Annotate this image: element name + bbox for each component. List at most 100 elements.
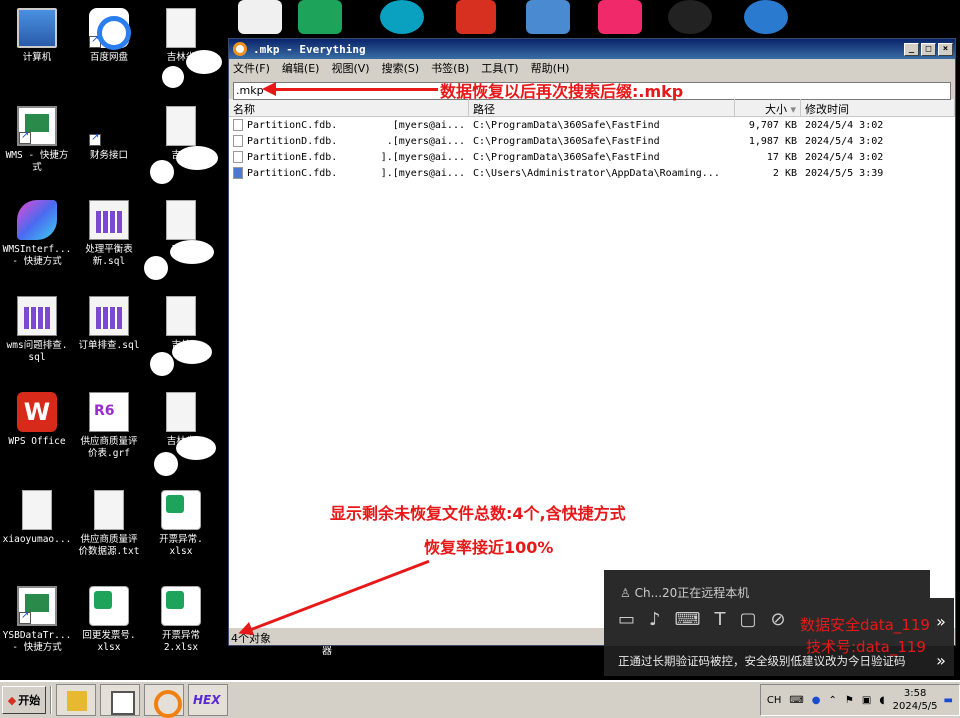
app-icon[interactable] [744,0,788,34]
qq-icon[interactable] [668,0,712,34]
annotation-arrowhead [262,82,276,96]
redaction-mark [176,436,216,460]
document-icon [166,200,196,240]
user-icon: ♙ [620,586,635,600]
desktop-icon-wms-shortcut[interactable]: WMS - 快捷方 式 [0,106,74,174]
desktop-icon-wmsinterface[interactable]: WMSInterf... - 快捷方式 [0,200,74,268]
help-tray-icon[interactable]: ● [812,695,821,706]
windows-logo-icon: ◆ [7,693,17,707]
wms-icon [17,106,57,146]
column-size[interactable]: 大小 ▾ [735,99,801,116]
desktop-icon-baidu[interactable]: 百度网盘 [72,8,146,64]
redaction-mark [338,124,394,138]
show-desktop-icon[interactable]: ▬ [944,695,953,706]
maximize-button[interactable]: □ [921,42,936,56]
document-icon [166,106,196,146]
taskbar-explorer[interactable] [56,684,96,716]
baidu-netdisk-icon [89,8,131,50]
desktop-icon-invoice-exc[interactable]: 开票异常. xlsx [144,490,218,558]
desktop-icon-invoice-xlsx[interactable]: 回更发票号. xlsx [72,586,146,654]
menu-tools[interactable]: 工具(T) [481,60,518,76]
redaction-mark [144,256,168,280]
microphone-icon[interactable]: ♪ [649,609,661,630]
taskbar-app[interactable] [100,684,140,716]
minimize-button[interactable]: _ [904,42,919,56]
desktop-icon-supplier-grf[interactable]: 供应商质量评 价表.grf [72,392,146,460]
spreadsheet-icon[interactable] [238,0,282,34]
menu-search[interactable]: 搜索(S) [382,60,420,76]
spreadsheet-icon[interactable] [298,0,342,34]
expand-chevron-icon[interactable]: » [928,598,954,648]
desktop-icon-finance[interactable]: 财务接口 [72,106,146,162]
feather-icon [17,200,57,240]
finance-icon [89,106,129,146]
desktop-icon-xiaoyumao[interactable]: xiaoyumao... [0,490,74,546]
keyboard-tray-icon[interactable]: ⌨ [789,695,803,706]
document-icon [166,392,196,432]
annotation-count-note: 显示剩余未恢复文件总数:4个,含快捷方式 [330,504,626,523]
sql-file-icon [89,296,129,336]
menu-file[interactable]: 文件(F) [233,60,270,76]
network-tray-icon[interactable]: ▣ [862,695,871,706]
desktop-icon-wms-sql[interactable]: wms问题排查. sql [0,296,74,364]
redaction-mark [172,340,212,364]
chat-icon[interactable]: ▭ [618,609,635,630]
start-button[interactable]: ◆ 开始 [2,686,46,714]
app-icon[interactable] [526,0,570,34]
language-indicator[interactable]: CH [767,695,782,706]
menu-bar: 文件(F) 编辑(E) 视图(V) 搜索(S) 书签(B) 工具(T) 帮助(H… [229,59,955,77]
app-icon[interactable] [456,0,496,34]
keyboard-icon[interactable]: ⌨ [675,609,701,630]
menu-bookmarks[interactable]: 书签(B) [431,60,469,76]
desktop-icon-order-sql[interactable]: 订单排查.sql [72,296,146,352]
spreadsheet-icon [161,490,201,530]
notice-chevron-icon[interactable]: » [928,646,954,676]
close-button[interactable]: × [938,42,953,56]
redaction-mark [150,352,174,376]
annotation-rate-note: 恢复率接近100% [424,538,554,557]
desktop-icon-computer[interactable]: 计算机 [0,8,74,64]
column-name[interactable]: 名称 [229,99,469,116]
redaction-mark [154,452,178,476]
flag-tray-icon[interactable]: ⚑ [845,695,854,706]
taskbar-everything[interactable] [144,684,184,718]
folder-icon[interactable]: ▢ [740,609,757,630]
menu-edit[interactable]: 编辑(E) [282,60,320,76]
watermark-line1: 数据安全data_119 [800,616,930,634]
video-app-icon[interactable] [598,0,642,34]
desktop-icon-supplier-txt[interactable]: 供应商质量评 价数据源.txt [72,490,146,558]
volume-tray-icon[interactable]: ◖ [879,695,884,706]
desktop-icon-ysbdata[interactable]: YSBDataTr... - 快捷方式 [0,586,74,654]
table-row[interactable]: PartitionE.fdb.].[myers@ai... C:\Program… [229,149,955,165]
document-icon [94,490,124,530]
file-icon [233,151,243,163]
sql-file-icon [17,296,57,336]
table-row[interactable]: PartitionC.fdb.].[myers@ai... C:\Users\A… [229,165,955,181]
desktop-icon-balance-sql[interactable]: 处理平衡表 新.sql [72,200,146,268]
annotation-arrow [268,88,438,91]
stop-icon[interactable]: ⊘ [771,609,786,630]
app-icon[interactable] [380,0,424,34]
document-icon [166,8,196,48]
spreadsheet-icon [89,586,129,626]
menu-help[interactable]: 帮助(H) [531,60,570,76]
shortcut-file-icon [233,167,243,179]
redaction-mark [186,50,222,74]
document-icon [22,490,52,530]
watermark-line2: 技术号:data_119 [806,638,926,656]
window-titlebar[interactable]: .mkp - Everything _ □ × [229,39,955,59]
clock[interactable]: 3:58 2024/5/5 [893,687,938,713]
table-row[interactable]: PartitionD.fdb. .[myers@ai... C:\ProgramD… [229,133,955,149]
column-date[interactable]: 修改时间 [801,99,955,116]
desktop-icon-invoice-exc2[interactable]: 开票异常 2.xlsx [144,586,218,654]
menu-view[interactable]: 视图(V) [331,60,369,76]
everything-search-icon [233,42,247,56]
desktop-icon-wps[interactable]: WPS Office [0,392,74,448]
redaction-mark [170,240,214,264]
taskbar-hex-editor[interactable] [188,684,228,716]
computer-icon [17,8,57,48]
redaction-mark [176,146,218,170]
tray-expand-icon[interactable]: ⌃ [829,695,837,706]
ysbdata-icon [17,586,57,626]
text-icon[interactable]: T [715,609,726,630]
